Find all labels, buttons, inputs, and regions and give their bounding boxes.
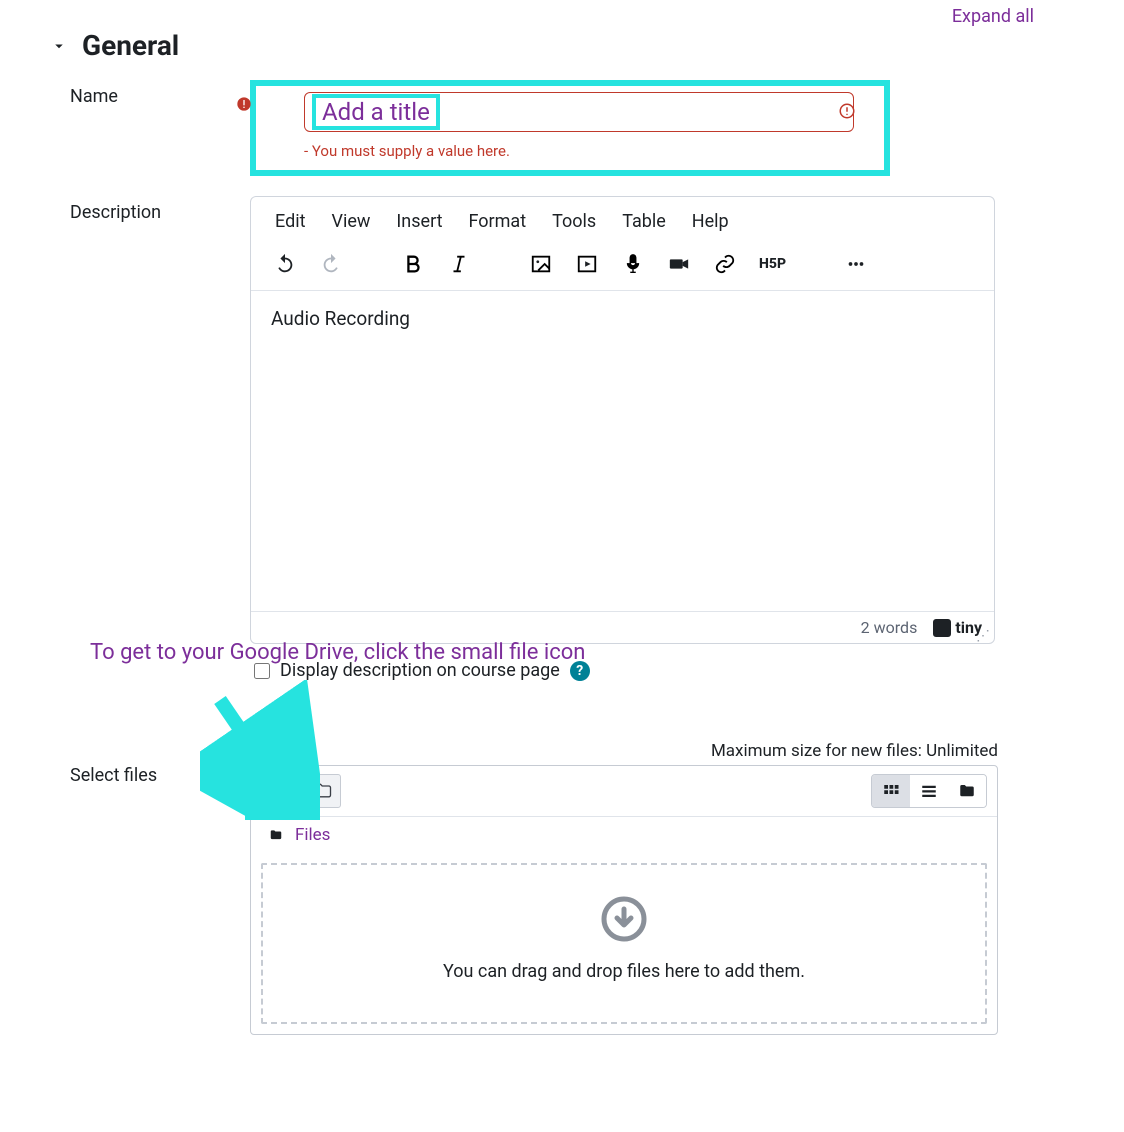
download-arrow-icon (600, 895, 648, 943)
resize-grip-icon[interactable]: ⋰ (976, 631, 990, 641)
editor-menu-tools[interactable]: Tools (552, 211, 596, 232)
editor-menu-table[interactable]: Table (622, 211, 666, 232)
annotation-text: To get to your Google Drive, click the s… (90, 640, 585, 665)
drop-zone-text: You can drag and drop files here to add … (273, 961, 975, 982)
name-highlight-annotation: Add a title - You must supply a value he… (250, 80, 890, 176)
word-count: 2 words (861, 618, 918, 637)
editor-menu-format[interactable]: Format (469, 211, 527, 232)
bold-icon[interactable] (401, 252, 425, 276)
video-icon[interactable] (575, 252, 599, 276)
section-title-general: General (82, 29, 179, 62)
tiny-logo: tiny (933, 618, 982, 637)
camera-icon[interactable] (667, 252, 691, 276)
breadcrumb-files-link[interactable]: Files (295, 825, 330, 845)
microphone-icon[interactable] (621, 252, 645, 276)
editor-content-area[interactable]: Audio Recording (251, 291, 994, 611)
editor-menu-help[interactable]: Help (692, 211, 729, 232)
image-icon[interactable] (529, 252, 553, 276)
collapse-section-icon[interactable] (50, 37, 68, 55)
italic-icon[interactable] (447, 252, 471, 276)
input-warning-icon (838, 102, 856, 124)
name-label: Name (70, 80, 250, 107)
undo-icon[interactable] (273, 252, 297, 276)
editor-menu-view[interactable]: View (331, 211, 370, 232)
rich-text-editor: Edit View Insert Format Tools Table Help (250, 196, 995, 644)
view-grid-button[interactable] (872, 775, 910, 807)
view-list-button[interactable] (910, 775, 948, 807)
name-input[interactable] (304, 92, 854, 132)
description-label: Description (70, 196, 250, 223)
link-icon[interactable] (713, 252, 737, 276)
file-breadcrumb: Files (251, 817, 997, 853)
more-icon[interactable] (844, 252, 868, 276)
editor-menu-edit[interactable]: Edit (275, 211, 305, 232)
file-drop-zone[interactable]: You can drag and drop files here to add … (261, 863, 987, 1024)
view-tree-button[interactable] (948, 775, 986, 807)
editor-menu-insert[interactable]: Insert (396, 211, 442, 232)
folder-icon (267, 828, 285, 842)
expand-all-link[interactable]: Expand all (952, 6, 1034, 27)
name-error-message: - You must supply a value here. (304, 142, 866, 160)
annotation-arrow-icon (200, 680, 320, 820)
max-file-size-text: Maximum size for new files: Unlimited (250, 741, 998, 761)
h5p-icon[interactable]: H5P (759, 252, 786, 276)
redo-icon[interactable] (319, 252, 343, 276)
required-icon (236, 96, 252, 116)
